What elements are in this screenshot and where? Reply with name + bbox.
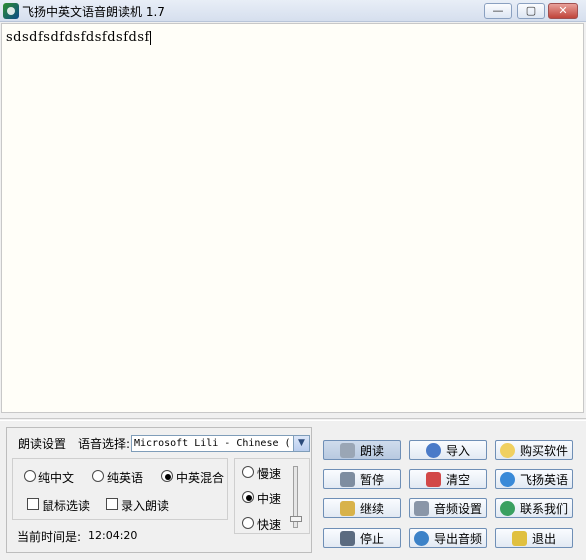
radio-label-slow: 慢速 xyxy=(257,467,282,481)
clear-button[interactable]: 清空 xyxy=(409,469,487,489)
radio-slow[interactable] xyxy=(242,466,254,478)
voice-select[interactable]: Microsoft Lili - Chinese ( xyxy=(131,435,310,452)
checkbox-label-mouse-select: 鼠标选读 xyxy=(42,499,91,513)
feiyang-english-button[interactable]: 飞扬英语 xyxy=(495,469,573,489)
radio-label-pure-chinese: 纯中文 xyxy=(38,471,75,485)
radio-pure-chinese[interactable] xyxy=(24,470,36,482)
continue-button[interactable]: 继续 xyxy=(323,498,401,518)
search-icon xyxy=(413,530,429,546)
globe-icon xyxy=(499,500,515,516)
app-icon xyxy=(3,3,19,19)
radio-medium[interactable] xyxy=(242,491,254,503)
ie-icon xyxy=(499,471,515,487)
audio-settings-button[interactable]: 音频设置 xyxy=(409,498,487,518)
editor-text: sdsdfsdfdsfdsfdsfdsf xyxy=(6,30,150,45)
voice-label: 语音选择: xyxy=(78,437,131,451)
reading-settings-label: 朗读设置 xyxy=(18,437,67,451)
time-label: 当前时间是: xyxy=(17,530,82,544)
time-value: 12:04:20 xyxy=(88,529,138,542)
pencil-icon xyxy=(511,530,527,546)
close-button[interactable]: ✕ xyxy=(548,3,578,19)
settings-icon xyxy=(413,500,429,516)
minimize-button[interactable]: — xyxy=(484,3,512,19)
speed-slider-thumb[interactable] xyxy=(290,516,302,523)
exit-button[interactable]: 退出 xyxy=(495,528,573,548)
radio-fast[interactable] xyxy=(242,517,254,529)
chevron-down-icon[interactable]: ▼ xyxy=(293,436,309,451)
radio-label-mixed: 中英混合 xyxy=(176,471,225,485)
clear-icon xyxy=(425,471,441,487)
read-button[interactable]: 朗读 xyxy=(323,440,401,460)
checkbox-mouse-select[interactable] xyxy=(27,498,39,510)
contact-us-button[interactable]: 联系我们 xyxy=(495,498,573,518)
buy-software-button[interactable]: 购买软件 xyxy=(495,440,573,460)
export-audio-button[interactable]: 导出音频 xyxy=(409,528,487,548)
stop-button[interactable]: 停止 xyxy=(323,528,401,548)
radio-pure-english[interactable] xyxy=(92,470,104,482)
stop-icon xyxy=(339,530,355,546)
text-caret xyxy=(149,30,151,45)
radio-label-medium: 中速 xyxy=(257,492,282,506)
radio-label-fast: 快速 xyxy=(257,518,282,532)
checkbox-input-read[interactable] xyxy=(106,498,118,510)
radio-label-pure-english: 纯英语 xyxy=(107,471,144,485)
import-icon xyxy=(425,442,441,458)
maximize-button[interactable]: ▢ xyxy=(517,3,545,19)
speaker-icon xyxy=(339,442,355,458)
pause-button[interactable]: 暂停 xyxy=(323,469,401,489)
import-button[interactable]: 导入 xyxy=(409,440,487,460)
text-editor[interactable]: sdsdfsdfdsfdsfdsfdsf xyxy=(1,23,584,413)
window-title: 飞扬中英文语音朗读机 1.7 xyxy=(22,5,165,19)
radio-mixed[interactable] xyxy=(161,470,173,482)
continue-icon xyxy=(339,500,355,516)
keyboard-icon xyxy=(339,471,355,487)
checkbox-label-input-read: 录入朗读 xyxy=(121,499,170,513)
bulb-icon xyxy=(499,442,515,458)
divider xyxy=(0,418,586,421)
